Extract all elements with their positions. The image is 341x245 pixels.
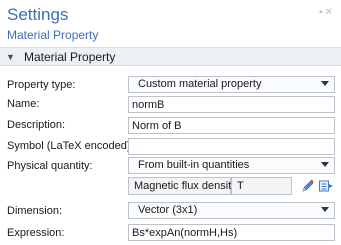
chevron-down-icon	[321, 81, 329, 86]
name-label: Name:	[7, 98, 40, 110]
property-type-label: Property type:	[7, 79, 76, 91]
dimension-select[interactable]: Vector (3x1)	[128, 202, 335, 219]
edit-quantity-icon[interactable]	[300, 178, 316, 194]
quantity-name: Magnetic flux density	[134, 180, 237, 192]
section-title: Material Property	[24, 50, 116, 64]
name-field[interactable]	[128, 96, 335, 113]
property-type-value: Custom material property	[138, 78, 262, 90]
dimension-value: Vector (3x1)	[138, 204, 198, 216]
settings-header: Settings Material Property ▪✕	[0, 0, 341, 47]
physical-quantity-value: From built-in quantities	[138, 159, 250, 171]
physical-quantity-label: Physical quantity:	[7, 160, 93, 172]
collapse-triangle-icon[interactable]: ▼	[6, 51, 15, 63]
quantity-unit-box: T	[231, 177, 292, 195]
property-type-select[interactable]: Custom material property	[128, 76, 335, 93]
description-label: Description:	[7, 119, 66, 131]
expression-label: Expression:	[7, 227, 65, 239]
physical-quantity-select[interactable]: From built-in quantities	[128, 157, 335, 174]
symbol-label: Symbol (LaTeX encoded):	[7, 140, 134, 152]
header-icons: ▪✕	[319, 8, 335, 18]
symbol-field[interactable]	[128, 138, 335, 155]
chevron-down-icon	[321, 162, 329, 167]
chevron-down-icon	[321, 207, 329, 212]
select-quantity-icon[interactable]	[318, 178, 334, 194]
expression-field[interactable]	[128, 224, 335, 241]
dimension-label: Dimension:	[7, 205, 63, 217]
page-title: Settings	[7, 5, 69, 24]
page-subtitle: Material Property	[7, 28, 99, 42]
section-header-material-property[interactable]: ▼ Material Property	[0, 47, 341, 66]
description-field[interactable]	[128, 117, 335, 134]
quantity-name-box: Magnetic flux density	[128, 177, 237, 195]
quantity-unit: T	[237, 180, 244, 192]
close-icon[interactable]: ✕	[325, 7, 335, 18]
